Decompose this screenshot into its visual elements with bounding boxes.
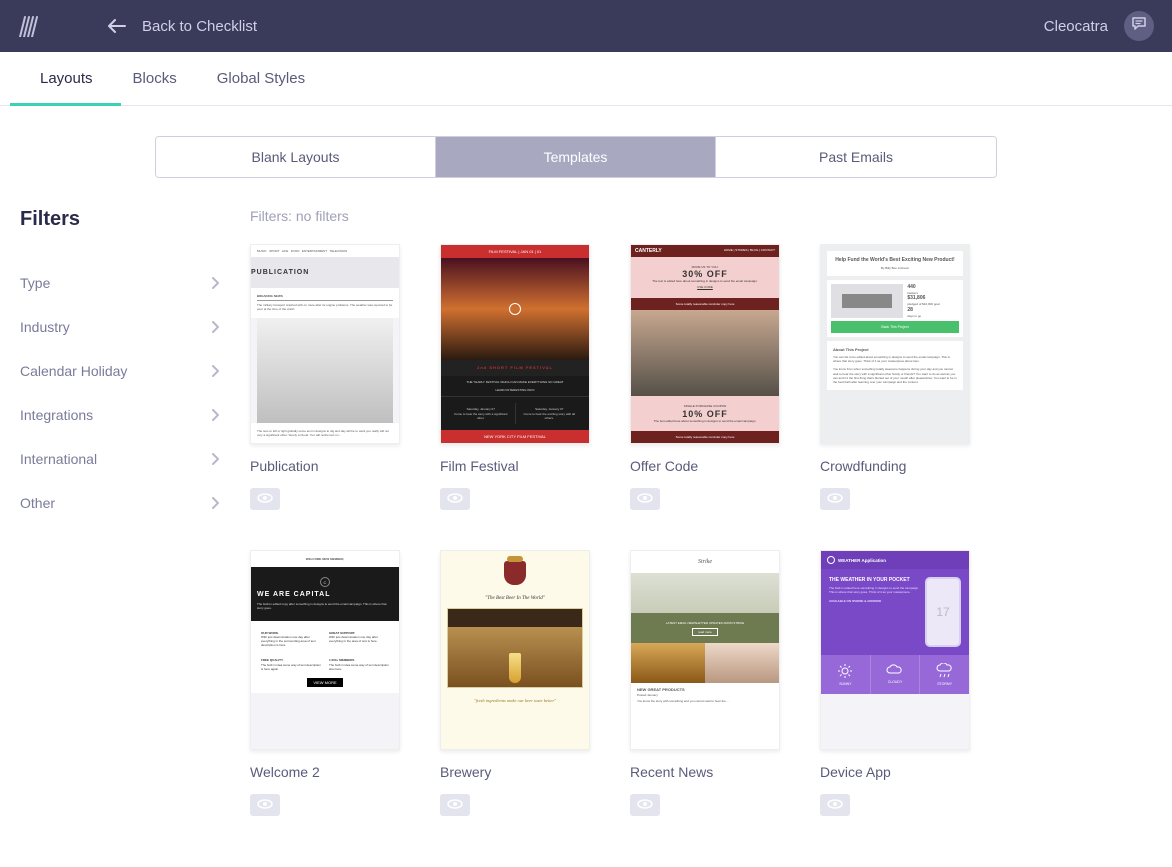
content-area: Blank Layouts Templates Past Emails Filt… (0, 106, 1172, 856)
template-title: Recent News (630, 764, 780, 780)
template-thumb: Help Fund the World's Best Exciting New … (820, 244, 970, 444)
preview-button[interactable] (820, 794, 850, 816)
preview-button[interactable] (630, 794, 660, 816)
template-thumb: CANTERLYHOME | STORES | BLOG | CONTACT F… (630, 244, 780, 444)
template-title: Welcome 2 (250, 764, 400, 780)
template-card-brewery[interactable]: "The Best Beer In The World" "fresh ingr… (440, 550, 590, 816)
template-card-crowdfunding[interactable]: Help Fund the World's Best Exciting New … (820, 244, 970, 510)
filter-industry[interactable]: Industry (20, 305, 220, 349)
preview-button[interactable] (440, 794, 470, 816)
chevron-right-icon (212, 497, 220, 509)
seg-past-emails[interactable]: Past Emails (716, 137, 996, 177)
chevron-right-icon (212, 365, 220, 377)
back-label: Back to Checklist (142, 18, 257, 35)
template-card-offer-code[interactable]: CANTERLYHOME | STORES | BLOG | CONTACT F… (630, 244, 780, 510)
template-title: Crowdfunding (820, 458, 970, 474)
seg-blank-layouts[interactable]: Blank Layouts (156, 137, 436, 177)
eye-icon (827, 796, 843, 814)
back-to-checklist-button[interactable]: Back to Checklist (108, 18, 257, 35)
template-card-recent-news[interactable]: Strike LATEST EMAIL NEWSLETTER UPDATES F… (630, 550, 780, 816)
chevron-right-icon (212, 321, 220, 333)
tab-blocks[interactable]: Blocks (133, 52, 177, 105)
seg-templates[interactable]: Templates (436, 137, 716, 177)
chevron-right-icon (212, 409, 220, 421)
chat-button[interactable] (1124, 11, 1154, 41)
filter-label: Calendar Holiday (20, 363, 127, 379)
template-title: Publication (250, 458, 400, 474)
template-card-publication[interactable]: MUSIC SPORT LIFE FOOD ENTERTAINMENT TELE… (250, 244, 400, 510)
filter-calendar-holiday[interactable]: Calendar Holiday (20, 349, 220, 393)
filter-label: Type (20, 275, 50, 291)
template-thumb: Strike LATEST EMAIL NEWSLETTER UPDATES F… (630, 550, 780, 750)
template-card-device-app[interactable]: WEATHER Application THE WEATHER IN YOUR … (820, 550, 970, 816)
preview-button[interactable] (820, 488, 850, 510)
eye-icon (827, 490, 843, 508)
eye-icon (637, 490, 653, 508)
topbar: Back to Checklist Cleocatra (0, 0, 1172, 52)
filter-label: Integrations (20, 407, 93, 423)
filters-heading: Filters (20, 208, 220, 231)
filter-label: International (20, 451, 97, 467)
template-card-welcome-2[interactable]: WELCOME NEW MEMBER, C WE ARE CAPITAL The… (250, 550, 400, 816)
topbar-left: Back to Checklist (18, 15, 257, 37)
filter-label: Industry (20, 319, 70, 335)
template-card-film-festival[interactable]: FILM FESTIVAL | JAN 01 | 01 2nd SHORT FI… (440, 244, 590, 510)
chevron-right-icon (212, 453, 220, 465)
filter-integrations[interactable]: Integrations (20, 393, 220, 437)
template-thumb: FILM FESTIVAL | JAN 01 | 01 2nd SHORT FI… (440, 244, 590, 444)
chevron-right-icon (212, 277, 220, 289)
eye-icon (447, 490, 463, 508)
tab-global-styles[interactable]: Global Styles (217, 52, 305, 105)
template-gallery: Filters: no filters MUSIC SPORT LIFE FOO… (250, 208, 1132, 816)
chat-icon (1131, 16, 1147, 37)
eye-icon (257, 490, 273, 508)
eye-icon (637, 796, 653, 814)
username-label[interactable]: Cleocatra (1044, 18, 1108, 35)
app-logo[interactable] (18, 15, 38, 37)
template-thumb: WEATHER Application THE WEATHER IN YOUR … (820, 550, 970, 750)
filters-applied-label: Filters: no filters (250, 208, 1132, 224)
eye-icon (447, 796, 463, 814)
template-title: Brewery (440, 764, 590, 780)
layout-mode-segment: Blank Layouts Templates Past Emails (20, 136, 1132, 178)
template-thumb: MUSIC SPORT LIFE FOOD ENTERTAINMENT TELE… (250, 244, 400, 444)
eye-icon (257, 796, 273, 814)
arrow-left-icon (108, 19, 126, 33)
builder-tabs: Layouts Blocks Global Styles (0, 52, 1172, 106)
preview-button[interactable] (250, 794, 280, 816)
preview-button[interactable] (630, 488, 660, 510)
template-thumb: WELCOME NEW MEMBER, C WE ARE CAPITAL The… (250, 550, 400, 750)
preview-button[interactable] (250, 488, 280, 510)
template-title: Device App (820, 764, 970, 780)
template-title: Offer Code (630, 458, 780, 474)
filters-sidebar: Filters Type Industry Calendar Holiday I… (20, 208, 220, 816)
topbar-right: Cleocatra (1044, 11, 1154, 41)
filter-other[interactable]: Other (20, 481, 220, 525)
preview-button[interactable] (440, 488, 470, 510)
filter-label: Other (20, 495, 55, 511)
template-thumb: "The Best Beer In The World" "fresh ingr… (440, 550, 590, 750)
filter-international[interactable]: International (20, 437, 220, 481)
tab-layouts[interactable]: Layouts (40, 52, 93, 105)
filter-type[interactable]: Type (20, 261, 220, 305)
template-title: Film Festival (440, 458, 590, 474)
